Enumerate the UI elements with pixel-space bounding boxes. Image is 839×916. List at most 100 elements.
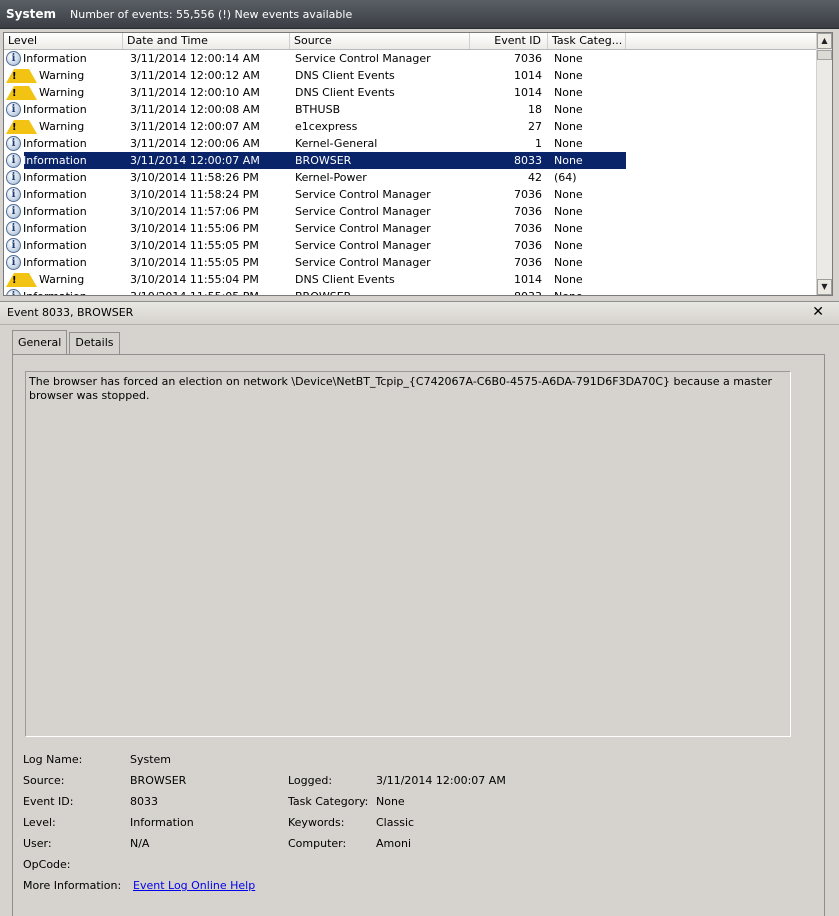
event-row[interactable]: i Information 3/10/2014 11:57:06 PM Service… [4, 203, 819, 220]
event-date-cell: 3/10/2014 11:55:05 PM [123, 288, 290, 295]
level-value: Information [130, 816, 194, 829]
scroll-up-arrow-icon[interactable]: ▲ [817, 33, 832, 49]
event-task-cell: None [554, 154, 583, 167]
event-task-cell: None [554, 52, 583, 65]
event-date-cell: 3/11/2014 12:00:07 AM [130, 154, 260, 167]
event-date-cell: 3/11/2014 12:00:12 AM [130, 69, 260, 82]
info-icon: i [6, 221, 21, 236]
event-row[interactable]: i Information 3/11/2014 12:00:08 AM BTHUSB 1… [4, 101, 819, 118]
event-id-label: Event ID: [23, 795, 74, 808]
event-list-scrollbar[interactable]: ▲ ▼ [816, 33, 832, 295]
event-level-cell: iInformation [4, 203, 123, 220]
event-row[interactable]: i Information 3/10/2014 11:55:05 PM Service… [4, 237, 819, 254]
more-information-label: More Information: [23, 879, 122, 892]
scrollbar-thumb[interactable] [817, 50, 832, 60]
close-icon[interactable]: ✕ [812, 304, 824, 320]
event-row[interactable]: i Information 3/11/2014 12:00:14 AM Service… [4, 50, 819, 67]
event-level-text: Information [23, 222, 87, 235]
event-date-cell: 3/11/2014 12:00:08 AM [130, 103, 260, 116]
column-header-task-category[interactable]: Task Categ... [548, 33, 626, 49]
event-row[interactable]: ! Warning 3/10/2014 11:55:04 PM DNS Client … [4, 271, 819, 288]
event-task-cell: None [548, 288, 626, 295]
level-label: Level: [23, 816, 56, 829]
event-level-cell: iInformation [4, 220, 123, 237]
event-source-cell: DNS Client Events [295, 86, 395, 99]
event-id-value: 8033 [130, 795, 158, 808]
event-source-cell: DNS Client Events [295, 273, 395, 286]
column-header-source[interactable]: Source [290, 33, 470, 49]
event-row[interactable]: ! Warning 3/11/2014 12:00:07 AM e1cexpress 2… [4, 118, 819, 135]
event-date-cell: 3/10/2014 11:57:06 PM [130, 205, 259, 218]
event-level-text: Information [23, 239, 87, 252]
scroll-down-arrow-icon[interactable]: ▼ [817, 279, 832, 295]
event-source-cell: DNS Client Events [295, 69, 395, 82]
user-label: User: [23, 837, 52, 850]
event-id-cell: 1014 [514, 86, 542, 99]
event-id-cell: 7036 [514, 256, 542, 269]
event-row[interactable]: i Information 3/11/2014 12:00:06 AM Kernel-… [4, 135, 819, 152]
column-header-date[interactable]: Date and Time [123, 33, 290, 49]
event-row[interactable]: ! Warning 3/11/2014 12:00:10 AM DNS Client … [4, 84, 819, 101]
log-name-value: System [130, 753, 172, 766]
computer-value: Amoni [376, 837, 411, 850]
event-id-cell: 1014 [514, 69, 542, 82]
event-row[interactable]: i Information 3/10/2014 11:58:26 PM Kernel-… [4, 169, 819, 186]
event-date-cell: 3/10/2014 11:55:05 PM [130, 239, 259, 252]
event-task-cell: None [554, 86, 583, 99]
tab-details[interactable]: Details [69, 332, 120, 354]
warning-icon: ! [6, 68, 37, 83]
source-label: Source: [23, 774, 65, 787]
warning-icon: ! [6, 272, 37, 287]
column-header-level[interactable]: Level [4, 33, 123, 49]
event-description[interactable]: The browser has forced an election on ne… [25, 371, 791, 737]
event-date-cell: 3/11/2014 12:00:06 AM [130, 137, 260, 150]
warning-icon: ! [6, 85, 37, 100]
event-id-cell: 7036 [514, 188, 542, 201]
event-id-cell: 7036 [514, 205, 542, 218]
event-date-cell: 3/10/2014 11:55:06 PM [130, 222, 259, 235]
column-header-event-id[interactable]: Event ID [470, 33, 548, 49]
event-source-cell: Service Control Manager [295, 256, 431, 269]
event-level-cell: iInformation [4, 254, 123, 271]
event-level-cell: iInformation [4, 186, 123, 203]
detail-title: Event 8033, BROWSER [7, 306, 134, 319]
event-task-cell: (64) [554, 171, 577, 184]
event-id-cell: 27 [528, 120, 542, 133]
event-level-text: Warning [39, 273, 85, 286]
event-date-cell: 3/11/2014 12:00:10 AM [130, 86, 260, 99]
event-row[interactable]: iInformation3/10/2014 11:55:05 PMBROWSER… [4, 288, 819, 295]
info-icon: i [6, 255, 21, 270]
column-header-row: Level Date and Time Source Event ID Task… [4, 33, 819, 50]
detail-tabs: General Details [12, 330, 122, 356]
keywords-value: Classic [376, 816, 415, 829]
info-icon: i [6, 187, 21, 202]
log-title: System [6, 7, 56, 21]
event-log-online-help-link[interactable]: Event Log Online Help [133, 879, 255, 892]
logged-label: Logged: [288, 774, 333, 787]
event-list[interactable]: Level Date and Time Source Event ID Task… [3, 32, 833, 296]
source-value: BROWSER [130, 774, 187, 787]
event-task-cell: None [554, 205, 583, 218]
event-row[interactable]: i Information 3/10/2014 11:55:05 PM Service… [4, 254, 819, 271]
info-icon: i [6, 170, 21, 185]
event-level-text: Information [23, 171, 87, 184]
event-row[interactable]: i Information 3/11/2014 12:00:07 AM BROWSER… [4, 152, 819, 169]
event-id-cell: 7036 [514, 239, 542, 252]
event-row[interactable]: i Information 3/10/2014 11:55:06 PM Service… [4, 220, 819, 237]
event-source-cell: e1cexpress [295, 120, 358, 133]
event-level-text: Information [23, 288, 87, 295]
event-count-status: Number of events: 55,556 (!) New events … [70, 7, 353, 21]
event-date-cell: 3/10/2014 11:58:24 PM [130, 188, 259, 201]
logged-value: 3/11/2014 12:00:07 AM [376, 774, 506, 787]
info-icon: i [6, 51, 21, 66]
event-row[interactable]: ! Warning 3/11/2014 12:00:12 AM DNS Client … [4, 67, 819, 84]
event-row[interactable]: i Information 3/10/2014 11:58:24 PM Service… [4, 186, 819, 203]
event-source-cell: Kernel-General [295, 137, 378, 150]
event-level-text: Information [23, 103, 87, 116]
info-icon: i [6, 136, 21, 151]
event-source-cell: Service Control Manager [295, 222, 431, 235]
event-id-cell: 8033 [514, 154, 542, 167]
event-level-text: Information [23, 205, 87, 218]
event-source-cell: BROWSER [290, 288, 470, 295]
tab-general[interactable]: General [12, 330, 68, 354]
